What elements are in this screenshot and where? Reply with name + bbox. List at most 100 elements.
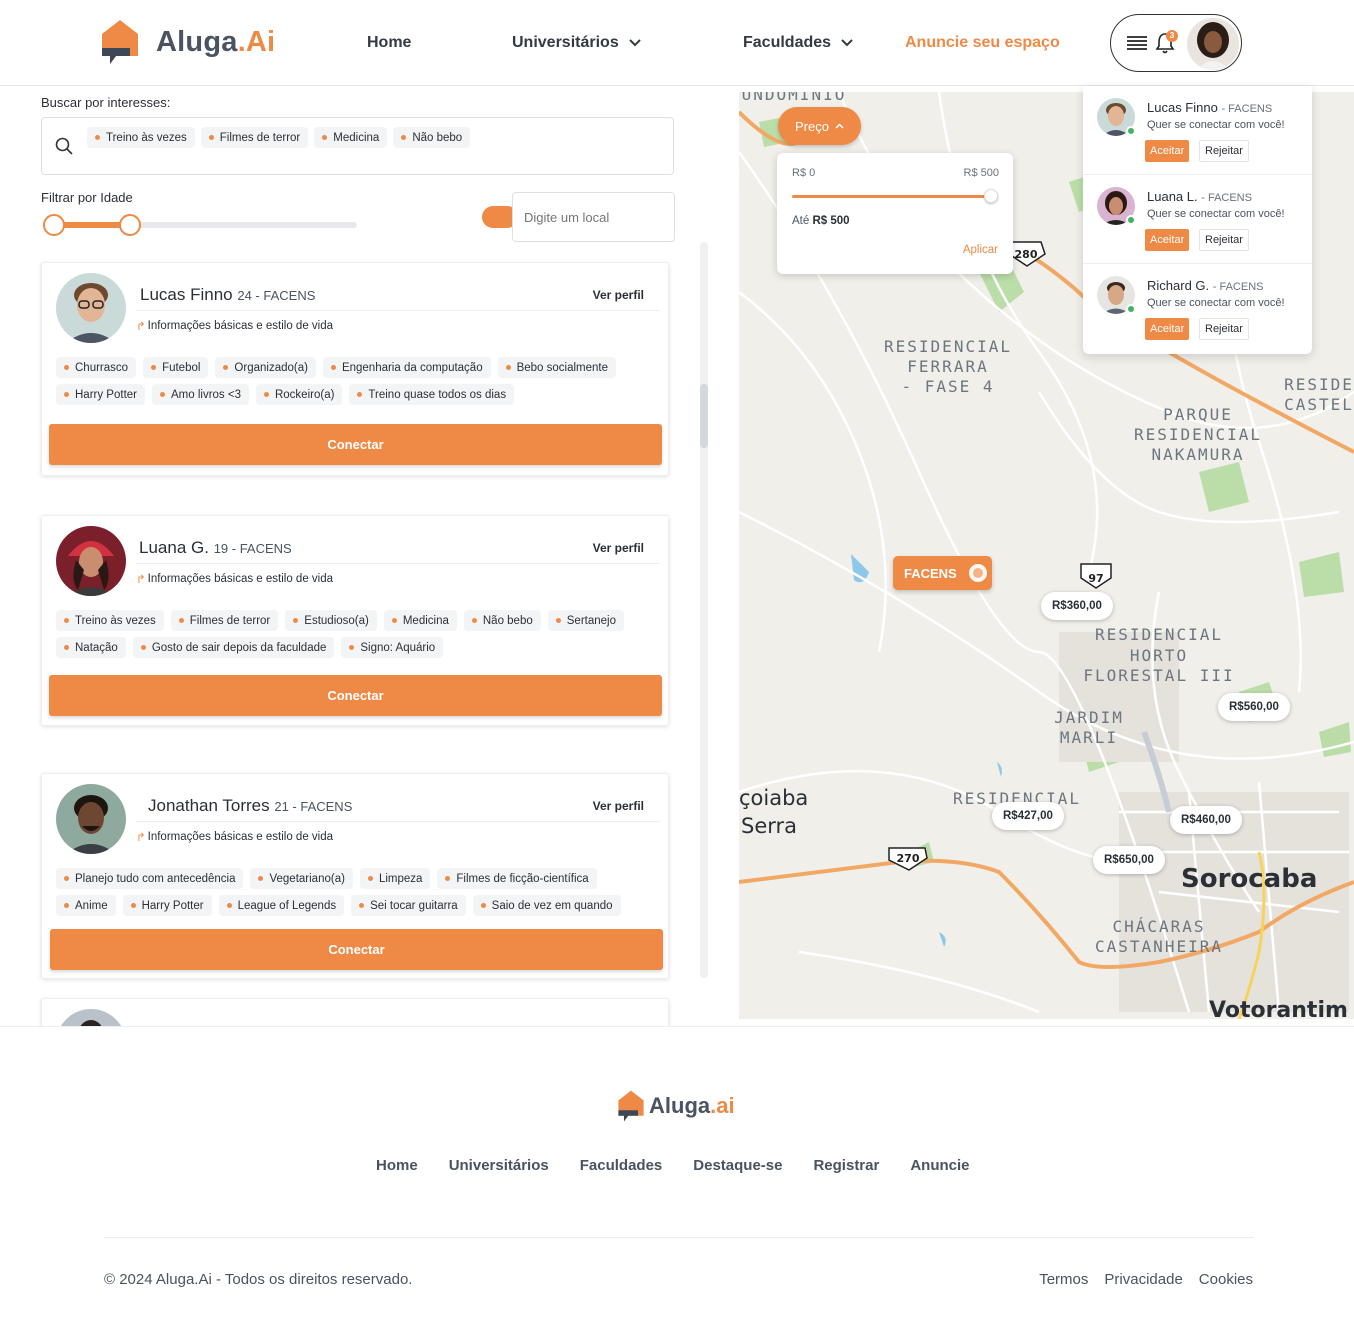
copyright: © 2024 Aluga.Ai - Todos os direitos rese… <box>104 1271 413 1288</box>
scrollbar-thumb[interactable] <box>700 384 708 448</box>
avatar[interactable] <box>56 526 126 596</box>
user-menu[interactable]: 3 <box>1110 14 1242 72</box>
notification-name: Richard G. - FACENS <box>1147 278 1264 293</box>
footer-link-anuncie[interactable]: Anuncie <box>910 1157 969 1174</box>
cookies-link[interactable]: Cookies <box>1199 1271 1253 1288</box>
nav-universitarios[interactable]: Universitários <box>512 34 641 52</box>
search-label: Buscar por interesses: <box>41 95 171 110</box>
student-tag: Estudioso(a) <box>285 610 377 631</box>
online-status-dot <box>1126 304 1136 314</box>
city-label: çoiaba <box>739 786 808 810</box>
terms-link[interactable]: Termos <box>1039 1271 1088 1288</box>
place-label: HORTO <box>1130 646 1188 665</box>
notification-message: Quer se conectar com você! <box>1147 119 1285 131</box>
avatar[interactable] <box>56 784 126 854</box>
nav-home[interactable]: Home <box>367 34 411 52</box>
view-profile-link[interactable]: Ver perfil <box>593 288 644 302</box>
nav-anuncie[interactable]: Anuncie seu espaço <box>905 34 1060 52</box>
basic-info-link[interactable]: ↱ Informações básicas e estilo de vida <box>136 830 333 844</box>
student-tag: League of Legends <box>218 895 345 916</box>
reject-button[interactable]: Rejeitar <box>1199 229 1249 251</box>
listing-price-marker[interactable]: R$427,00 <box>992 802 1064 830</box>
age-max-handle[interactable] <box>119 214 141 236</box>
place-label: UNDOMINIO <box>742 92 847 104</box>
footer-logo[interactable]: Aluga.ai <box>617 1088 735 1124</box>
avatar[interactable] <box>56 1009 126 1026</box>
student-tags: Natação Gosto de sair depois da faculdad… <box>56 637 444 658</box>
listing-price-marker[interactable]: R$360,00 <box>1041 592 1113 620</box>
reject-button[interactable]: Rejeitar <box>1199 318 1249 340</box>
apply-price-button[interactable]: Aplicar <box>963 244 998 256</box>
city-label: Votorantim <box>1209 998 1348 1019</box>
footer-nav: Home Universitários Faculdades Destaque-… <box>376 1157 970 1174</box>
place-label: RESIDE <box>1284 375 1354 394</box>
location-input[interactable] <box>512 192 675 242</box>
student-tag: Natação <box>56 637 126 658</box>
avatar[interactable] <box>56 273 126 343</box>
interest-search-input[interactable]: Treino às vezes Filmes de terror Medicin… <box>41 117 674 175</box>
hamburger-menu-icon[interactable] <box>1127 35 1147 51</box>
view-profile-link[interactable]: Ver perfil <box>593 541 644 555</box>
student-tag: Sei tocar guitarra <box>351 895 466 916</box>
accept-button[interactable]: Aceitar <box>1145 229 1190 251</box>
connect-button[interactable]: Conectar <box>49 675 662 716</box>
footer-link-faculdades[interactable]: Faculdades <box>580 1157 663 1174</box>
road-number-label: 280 <box>1015 248 1038 261</box>
faculty-marker[interactable]: FACENS <box>893 556 992 590</box>
student-name: Jonathan Torres 21 - FACENS <box>148 796 353 815</box>
place-label: - FASE 4 <box>901 377 994 396</box>
listing-price-marker[interactable]: R$560,00 <box>1218 693 1290 721</box>
student-tag: Harry Potter <box>56 384 145 405</box>
interest-tag[interactable]: Filmes de terror <box>200 127 309 148</box>
footer-link-registrar[interactable]: Registrar <box>813 1157 879 1174</box>
logo[interactable]: Aluga.Ai <box>100 18 275 66</box>
footer-link-destaque[interactable]: Destaque-se <box>693 1157 782 1174</box>
online-status-dot <box>1126 215 1136 225</box>
student-tag: Engenharia da computação <box>322 357 491 378</box>
footer-link-universitarios[interactable]: Universitários <box>449 1157 549 1174</box>
privacy-link[interactable]: Privacidade <box>1104 1271 1182 1288</box>
interest-tag[interactable]: Medicina <box>314 127 388 148</box>
age-min-handle[interactable] <box>43 214 65 236</box>
student-tag: Filmes de ficção-científica <box>437 868 597 889</box>
view-profile-link[interactable]: Ver perfil <box>593 799 644 813</box>
basic-info-link[interactable]: ↱ Informações básicas e estilo de vida <box>136 319 333 333</box>
interest-tag[interactable]: Treino às vezes <box>87 127 195 148</box>
notification-name: Luana L. - FACENS <box>1147 189 1252 204</box>
student-tag: Anime <box>56 895 116 916</box>
chevron-down-icon <box>841 39 853 47</box>
share-arrow-icon: ↱ <box>136 574 146 586</box>
chevron-up-icon <box>835 123 844 129</box>
price-filter-button[interactable]: Preço <box>778 107 861 145</box>
price-slider-track[interactable] <box>792 195 992 198</box>
student-tag: Planejo tudo com antecedência <box>56 868 244 889</box>
basic-info-link[interactable]: ↱ Informações básicas e estilo de vida <box>136 572 333 586</box>
nav-faculdades[interactable]: Faculdades <box>743 34 853 52</box>
accept-button[interactable]: Aceitar <box>1145 318 1190 340</box>
connect-button[interactable]: Conectar <box>49 424 662 465</box>
house-logo-icon <box>618 1090 644 1122</box>
listing-price-marker[interactable]: R$460,00 <box>1170 806 1242 834</box>
user-avatar[interactable] <box>1187 18 1239 70</box>
listing-price-marker[interactable]: R$650,00 <box>1093 846 1165 874</box>
reject-button[interactable]: Rejeitar <box>1199 140 1249 162</box>
accept-button[interactable]: Aceitar <box>1145 140 1190 162</box>
footer-link-home[interactable]: Home <box>376 1157 418 1174</box>
city-label: Serra <box>741 814 797 838</box>
age-range-slider[interactable] <box>43 214 357 236</box>
price-slider-handle[interactable] <box>984 189 998 203</box>
place-label: RESIDENCIAL <box>1134 425 1262 444</box>
student-tag: Churrasco <box>56 357 137 378</box>
place-label: CASTEL <box>1284 395 1354 414</box>
student-tags: Planejo tudo com antecedência Vegetarian… <box>56 868 597 889</box>
house-logo-icon <box>102 20 138 64</box>
results-scrollbar[interactable] <box>700 242 708 978</box>
road-number-label: 270 <box>897 852 920 865</box>
connect-button[interactable]: Conectar <box>50 929 663 970</box>
price-upto-text: Até R$ 500 <box>792 215 850 227</box>
price-max-label: R$ 500 <box>963 167 999 179</box>
divider <box>104 1237 1254 1238</box>
student-card: Luana G. 19 - FACENS Ver perfil ↱ Informa… <box>41 515 669 726</box>
interest-tag[interactable]: Não bebo <box>393 127 471 148</box>
student-tag: Signo: Aquário <box>341 637 444 658</box>
